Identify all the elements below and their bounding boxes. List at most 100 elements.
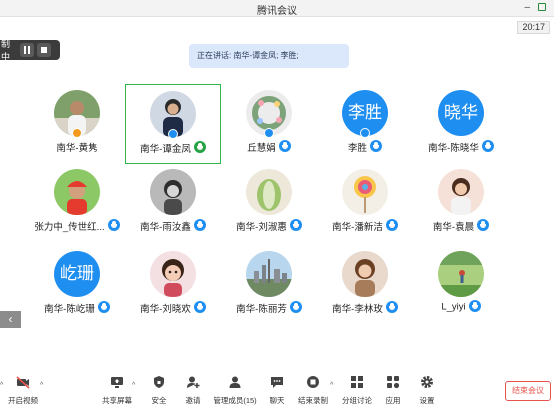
avatar xyxy=(246,169,292,215)
participant-name-row: 南华-刘晓欢 xyxy=(125,301,221,315)
recording-control: 制中 xyxy=(0,39,60,62)
participant-name: 南华-陈晓华 xyxy=(428,143,479,154)
microphone-icon xyxy=(97,301,110,313)
participant-name-row: 南华-陈丽芳 xyxy=(221,301,317,315)
participant-tile[interactable]: 南华-李林玫 xyxy=(317,245,413,325)
minimize-icon[interactable]: – xyxy=(524,2,530,13)
chat-label: 聊天 xyxy=(269,396,285,405)
members-icon xyxy=(228,375,242,389)
participant-tile[interactable]: 南华-刘淑惠 xyxy=(221,163,317,243)
maximize-icon[interactable] xyxy=(538,3,546,11)
speaking-banner: 正在讲话: 南华-谭金凤; 李胜; xyxy=(189,44,349,68)
participant-name-row: 南华-陈屹珊 xyxy=(29,301,125,315)
microphone-icon xyxy=(193,301,206,313)
participant-tile[interactable]: 张力中_传世红... xyxy=(29,163,125,243)
participant-name: 南华-陈屹珊 xyxy=(44,304,95,315)
microphone-icon xyxy=(193,219,206,231)
participant-tile[interactable]: 南华-袁晨 xyxy=(413,163,509,243)
participant-tile[interactable]: 南华-谭金凤 xyxy=(125,84,221,164)
participant-name-row: 南华-谭金凤 xyxy=(126,141,220,155)
share-screen-icon xyxy=(110,375,124,389)
participant-name: 南华-李林玫 xyxy=(332,304,383,315)
pause-recording-button[interactable] xyxy=(20,43,34,57)
participant-tile[interactable]: 屹珊南华-陈屹珊 xyxy=(29,245,125,325)
invite-label: 邀请 xyxy=(185,396,201,405)
participant-tile[interactable]: 南华-潘新洁 xyxy=(317,163,413,243)
participant-tile[interactable]: 李胜 李胜 xyxy=(317,84,413,164)
host-badge-icon xyxy=(264,128,274,138)
security-label: 安全 xyxy=(151,396,167,405)
participant-name: 南华-袁晨 xyxy=(432,222,475,233)
participant-name-row: 南华-袁晨 xyxy=(413,219,509,233)
avatar xyxy=(54,169,100,215)
participant-tile[interactable]: 南华-陈丽芳 xyxy=(221,245,317,325)
breakout-label: 分组讨论 xyxy=(342,396,372,405)
video-off-icon xyxy=(16,375,30,389)
participant-name-row: 南华-黄隽 xyxy=(29,140,125,154)
share-screen-button[interactable]: 共享屏幕 xyxy=(100,375,134,406)
microphone-icon xyxy=(289,301,302,313)
participant-name: 李胜 xyxy=(347,143,367,154)
meeting-clock: 20:17 xyxy=(517,21,550,34)
record-chevron-icon[interactable]: ^ xyxy=(330,382,333,389)
microphone-icon xyxy=(481,140,494,152)
page-left-button[interactable]: ‹ xyxy=(0,311,21,328)
share-chevron-icon[interactable]: ^ xyxy=(132,382,135,389)
participant-name: 南华-陈丽芳 xyxy=(236,304,287,315)
participant-tile[interactable]: 南华-雨汝鑫 xyxy=(125,163,221,243)
participant-name-row: 张力中_传世红... xyxy=(29,219,125,233)
avatar xyxy=(342,169,388,215)
mic-chevron-icon[interactable]: ^ xyxy=(0,382,3,389)
end-recording-button[interactable]: 结束录制 xyxy=(296,375,330,406)
avatar: 晓华 xyxy=(438,90,484,136)
settings-button[interactable]: 设置 xyxy=(410,375,444,406)
participant-tile[interactable]: 丘慧娟 xyxy=(221,84,317,164)
title-bar: 腾讯会议 – xyxy=(0,0,554,17)
participant-tile[interactable]: 南华-黄隽 xyxy=(29,84,125,164)
apps-icon xyxy=(386,375,400,389)
chat-icon xyxy=(270,375,284,389)
window-title: 腾讯会议 xyxy=(257,6,297,17)
participant-tile[interactable]: L_yiyi xyxy=(413,245,509,325)
participant-tile[interactable]: 南华-刘晓欢 xyxy=(125,245,221,325)
avatar: 屹珊 xyxy=(54,251,100,297)
breakout-icon xyxy=(350,375,364,389)
avatar xyxy=(150,251,196,297)
participant-name-row: 南华-雨汝鑫 xyxy=(125,219,221,233)
invite-icon xyxy=(186,375,200,389)
chat-button[interactable]: 聊天 xyxy=(260,375,294,406)
participant-tile[interactable]: 晓华南华-陈晓华 xyxy=(413,84,509,164)
host-badge-icon xyxy=(72,128,82,138)
security-button[interactable]: 安全 xyxy=(142,375,176,406)
bottom-toolbar: 开启视频 ^ ^ 共享屏幕 ^ 安全 邀请 管理成员(15) 聊天 结束录制 ^… xyxy=(0,372,554,407)
shield-icon xyxy=(152,375,166,389)
microphone-icon xyxy=(385,301,398,313)
participant-name: 南华-刘淑惠 xyxy=(236,222,287,233)
share-screen-label: 共享屏幕 xyxy=(102,396,132,405)
record-stop-icon xyxy=(306,375,320,389)
participant-name-row: 李胜 xyxy=(317,140,413,154)
end-meeting-button[interactable]: 结束会议 xyxy=(505,381,551,401)
members-label: 管理成员(15) xyxy=(213,396,257,405)
apps-button[interactable]: 应用 xyxy=(376,375,410,406)
microphone-icon xyxy=(107,219,120,231)
microphone-icon xyxy=(468,300,481,312)
invite-button[interactable]: 邀请 xyxy=(176,375,210,406)
avatar xyxy=(246,251,292,297)
end-recording-label: 结束录制 xyxy=(298,396,328,405)
video-button[interactable]: 开启视频 xyxy=(6,375,40,406)
participant-name: 南华-黄隽 xyxy=(56,143,98,154)
participant-name: 南华-潘新洁 xyxy=(332,222,383,233)
breakout-button[interactable]: 分组讨论 xyxy=(340,375,374,406)
manage-members-button[interactable]: 管理成员(15) xyxy=(212,375,258,406)
microphone-icon xyxy=(477,219,490,231)
participant-name: 南华-谭金凤 xyxy=(140,144,191,155)
stop-recording-button[interactable] xyxy=(37,43,51,57)
avatar xyxy=(438,169,484,215)
video-chevron-icon[interactable]: ^ xyxy=(40,382,43,389)
participant-name-row: 南华-刘淑惠 xyxy=(221,219,317,233)
microphone-icon xyxy=(289,219,302,231)
participant-name-row: L_yiyi xyxy=(413,300,509,313)
participant-name: 南华-刘晓欢 xyxy=(140,304,191,315)
microphone-icon xyxy=(278,140,291,152)
